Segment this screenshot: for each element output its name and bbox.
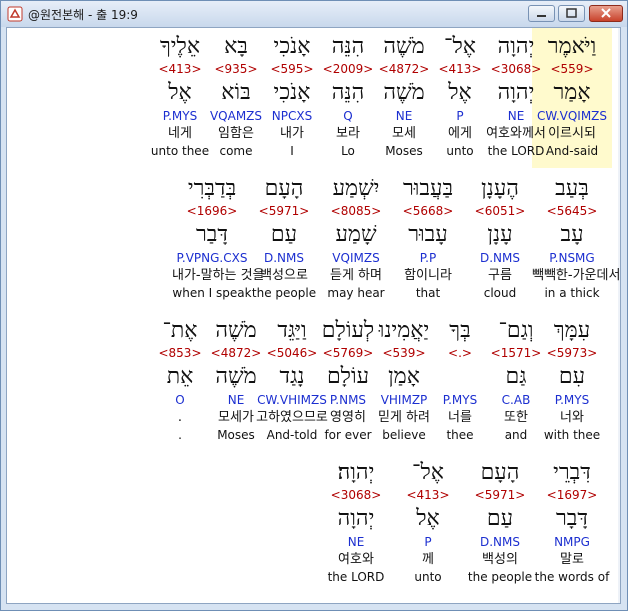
morphology-code: VQIMZS <box>332 251 380 265</box>
minimize-icon <box>537 15 546 17</box>
verse-word[interactable]: בְּעַב <5645> עָב P.NSMG 빽빽한-가운데서 in a thick <box>532 170 621 310</box>
morphology-code: NE <box>347 535 365 549</box>
verse-word[interactable]: הָעָם <5971> עַם D.NMS 백성의 the people <box>460 454 540 594</box>
hebrew-word: בַּעֲבוּר <box>402 176 454 201</box>
hebrew-lemma: עָנָן <box>487 222 513 247</box>
strong-number-link[interactable]: <853> <box>140 347 220 359</box>
korean-gloss: 함이니라 <box>404 268 452 283</box>
app-icon <box>7 6 23 22</box>
korean-gloss: . <box>177 410 183 425</box>
verse-word[interactable]: בְּדַבְּרִי <1696> דָּבַר P.VPNG.CXS 내가-말하는 … <box>172 170 265 310</box>
morphology-code: P.MYS <box>162 109 198 123</box>
korean-gloss: 여호와 <box>338 552 374 567</box>
hebrew-word: בְּעַב <box>555 176 589 201</box>
strong-number-link[interactable]: <5668> <box>388 205 468 217</box>
strong-number-link[interactable]: <413> <box>388 489 468 501</box>
hebrew-word: אֶל־ <box>412 460 444 485</box>
maximize-button[interactable] <box>558 5 585 22</box>
english-gloss: the LORD <box>327 570 385 584</box>
strong-number-link[interactable]: <413> <box>140 63 220 75</box>
strong-number-link[interactable]: <1697> <box>532 489 612 501</box>
english-gloss: the people <box>467 570 533 584</box>
korean-gloss: 네게 <box>168 126 192 141</box>
korean-gloss: 께 <box>422 552 434 567</box>
strong-number-link[interactable]: <8085> <box>316 205 396 217</box>
hebrew-lemma: אֵת <box>166 364 194 389</box>
strong-number-link[interactable]: <3068> <box>316 489 396 501</box>
verse-word[interactable]: בַּעֲבוּר <5668> עָבוּר P.P 함이니라 that <box>388 170 468 310</box>
strong-number-link[interactable]: <5645> <box>532 205 612 217</box>
hebrew-word: דִּבְרֵי <box>553 460 591 485</box>
morphology-code: D.NMS <box>479 535 520 549</box>
morphology-code: O <box>175 393 185 407</box>
hebrew-lemma: עָב <box>560 222 584 247</box>
hebrew-word: יְהוָה׃ <box>337 460 375 485</box>
verse-word[interactable]: יִשְׁמַע <8085> שָׁמַע VQIMZS 듣게 하며 may hear <box>316 170 396 310</box>
english-gloss: unto <box>414 570 442 584</box>
hebrew-lemma: עַם <box>270 222 298 247</box>
english-gloss: that <box>415 286 441 300</box>
hebrew-lemma: דָּבָר <box>556 506 588 531</box>
english-gloss: when I speak <box>172 286 252 300</box>
korean-gloss: 내가-말하는 것을 <box>172 268 265 283</box>
english-gloss: . <box>178 428 182 442</box>
english-gloss: in a thick <box>544 286 600 300</box>
verse-word[interactable]: הֶעָנָן <6051> עָנָן D.NMS 구름 cloud <box>460 170 540 310</box>
hebrew-lemma: אֶל <box>168 80 192 105</box>
morphology-code: P.VPNG.CXS <box>176 251 248 265</box>
minimize-button[interactable] <box>528 5 555 22</box>
strong-number-link[interactable]: <1696> <box>172 205 252 217</box>
hebrew-word: אֵלֶיךָ <box>159 34 201 59</box>
english-gloss: may hear <box>327 286 385 300</box>
maximize-icon <box>566 8 577 18</box>
hebrew-word: אֶת־ <box>162 318 198 343</box>
english-gloss: cloud <box>483 286 517 300</box>
hebrew-lemma: עָבוּר <box>408 222 448 247</box>
morphology-code: NMPG <box>554 535 590 549</box>
hebrew-word: הָעָם <box>264 176 304 201</box>
right-edge <box>618 28 620 603</box>
strong-number-link[interactable]: <5971> <box>244 205 324 217</box>
korean-gloss: 빽빽한-가운데서 <box>532 268 621 283</box>
window-title: @원전본해 - 출 19:9 <box>28 8 138 22</box>
hebrew-lemma: שָׁמַע <box>335 222 377 247</box>
verse-word[interactable]: יְהוָה׃ <3068> יְהוָה NE 여호와 the LORD <box>316 454 396 594</box>
korean-gloss: 말로 <box>560 552 584 567</box>
hebrew-lemma: אֶל <box>416 506 440 531</box>
morphology-code: D.NMS <box>479 251 520 265</box>
close-icon <box>601 8 611 18</box>
verse-word[interactable]: אֶל־ <413> אֶל P 께 unto <box>388 454 468 594</box>
close-button[interactable] <box>589 5 623 22</box>
verse-word[interactable]: הָעָם <5971> עַם D.NMS 백성으로 the people <box>244 170 324 310</box>
korean-gloss: 듣게 하며 <box>330 268 382 283</box>
verse-word[interactable]: אֶת־ <853> אֵת O.. <box>140 312 220 452</box>
korean-gloss: 백성의 <box>482 552 518 567</box>
verse-display: וַיֹּאמֶר <559> אָמַר CW.VQIMZS 이르시되 And-said… <box>6 27 621 604</box>
hebrew-word: הֶעָנָן <box>481 176 519 201</box>
strong-number-link[interactable]: <5971> <box>460 489 540 501</box>
hebrew-lemma: יְהוָה <box>337 506 375 531</box>
verse-word[interactable]: אֵלֶיךָ <413> אֶל P.MYS 네게 unto thee <box>140 28 220 168</box>
hebrew-lemma: דָּבַר <box>196 222 228 247</box>
english-gloss: the words of <box>534 570 610 584</box>
morphology-code: D.NMS <box>263 251 304 265</box>
english-gloss: unto thee <box>150 144 210 158</box>
morphology-code: P <box>424 535 432 549</box>
morphology-code: P.NSMG <box>549 251 595 265</box>
title-bar[interactable]: @원전본해 - 출 19:9 <box>1 1 627 27</box>
hebrew-word: יִשְׁמַע <box>332 176 380 201</box>
hebrew-word: הָעָם <box>480 460 520 485</box>
strong-number-link[interactable]: <6051> <box>460 205 540 217</box>
app-window: @원전본해 - 출 19:9 וַיֹּאמֶר <559> אָמַר CW.VQI… <box>0 0 628 611</box>
hebrew-word: בְּדַבְּרִי <box>187 176 237 201</box>
hebrew-lemma: עַם <box>486 506 514 531</box>
english-gloss: the people <box>251 286 317 300</box>
verse-word[interactable]: דִּבְרֵי <1697> דָּבָר NMPG 말로 the words of <box>532 454 612 594</box>
morphology-code: P.P <box>419 251 437 265</box>
korean-gloss: 구름 <box>488 268 512 283</box>
